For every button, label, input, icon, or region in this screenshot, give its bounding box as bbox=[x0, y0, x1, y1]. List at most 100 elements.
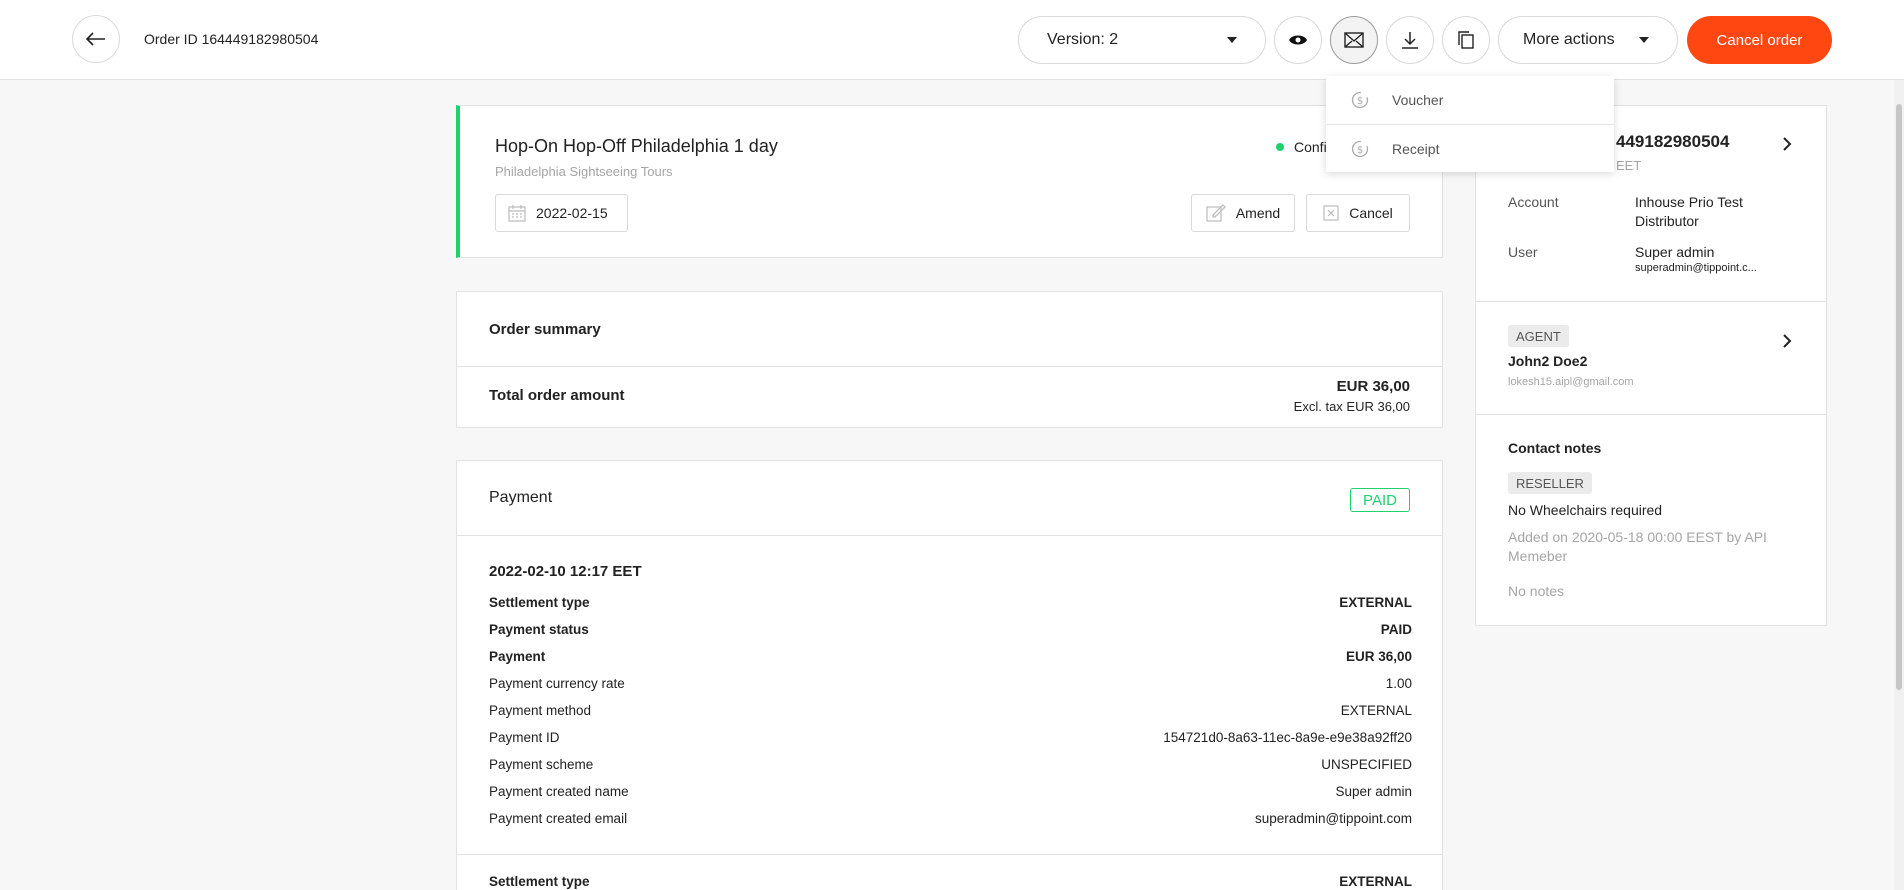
preview-button[interactable] bbox=[1274, 16, 1322, 64]
download-button[interactable] bbox=[1386, 16, 1434, 64]
row-label: Payment created name bbox=[489, 784, 629, 799]
product-supplier: Philadelphia Sightseeing Tours bbox=[495, 164, 673, 179]
dropdown-item-receipt[interactable]: $ Receipt bbox=[1326, 124, 1614, 172]
product-title: Hop-On Hop-Off Philadelphia 1 day bbox=[495, 136, 778, 156]
scrollbar-thumb[interactable] bbox=[1896, 104, 1902, 690]
row-label: Payment scheme bbox=[489, 757, 594, 772]
divider bbox=[457, 854, 1442, 855]
travel-date: 2022-02-15 bbox=[536, 205, 608, 221]
row-value: EUR 36,00 bbox=[1345, 649, 1412, 664]
row-value: UNSPECIFIED bbox=[1321, 757, 1412, 772]
cancel-booking-button[interactable]: Cancel bbox=[1306, 194, 1410, 232]
payment-heading: Payment bbox=[489, 489, 553, 506]
row-value: PAID bbox=[1380, 622, 1412, 637]
row-label: Payment ID bbox=[489, 730, 560, 745]
payment-card: Payment PAID 2022-02-10 12:17 EET Settle… bbox=[456, 460, 1443, 890]
row-label: Payment created email bbox=[489, 811, 628, 826]
back-button[interactable] bbox=[72, 15, 120, 63]
edit-icon bbox=[1206, 204, 1226, 222]
caret-down-icon bbox=[1227, 37, 1237, 43]
more-actions-label: More actions bbox=[1523, 31, 1615, 48]
payment-row: Settlement type EXTERNAL bbox=[489, 589, 1412, 616]
divider bbox=[1476, 301, 1826, 302]
total-order-label: Total order amount bbox=[489, 387, 625, 404]
divider bbox=[457, 535, 1442, 536]
payment-row: Payment EUR 36,00 bbox=[489, 643, 1412, 670]
svg-text:$: $ bbox=[1357, 145, 1363, 156]
booking-status: Confir bbox=[1276, 139, 1331, 155]
total-excl-tax: Excl. tax EUR 36,00 bbox=[1293, 399, 1410, 414]
amend-button[interactable]: Amend bbox=[1191, 194, 1295, 232]
row-label: Payment bbox=[489, 649, 546, 664]
svg-text:$: $ bbox=[1357, 96, 1363, 107]
row-value: EXTERNAL bbox=[1340, 703, 1412, 718]
user-value: Super admin bbox=[1635, 244, 1715, 260]
account-label: Account bbox=[1508, 194, 1559, 210]
dropdown-item-label: Receipt bbox=[1392, 140, 1440, 157]
voucher-icon: $ bbox=[1350, 90, 1370, 110]
row-value: superadmin@tippoint.com bbox=[1254, 811, 1412, 826]
copy-icon bbox=[1458, 31, 1474, 49]
row-label: Payment method bbox=[489, 703, 592, 718]
email-button[interactable] bbox=[1330, 16, 1378, 64]
more-actions-button[interactable]: More actions bbox=[1498, 16, 1678, 64]
order-side-panel: 449182980504 EET Account Inhouse Prio Te… bbox=[1475, 105, 1827, 626]
amend-label: Amend bbox=[1235, 205, 1281, 221]
account-value: Inhouse Prio Test Distributor bbox=[1635, 194, 1743, 229]
cancel-order-button[interactable]: Cancel order bbox=[1687, 16, 1832, 64]
row-label: Settlement type bbox=[489, 595, 590, 610]
payment-row: Payment created email superadmin@tippoint… bbox=[489, 805, 1412, 832]
agent-tag: AGENT bbox=[1508, 325, 1569, 347]
order-summary-heading: Order summary bbox=[489, 321, 601, 338]
copy-button[interactable] bbox=[1442, 16, 1490, 64]
email-dropdown-menu: $ Voucher $ Receipt bbox=[1326, 76, 1614, 172]
divider bbox=[457, 366, 1442, 367]
row-label: Payment status bbox=[489, 622, 589, 637]
payment-row: Payment method EXTERNAL bbox=[489, 697, 1412, 724]
payment-row: Payment scheme UNSPECIFIED bbox=[489, 751, 1412, 778]
download-icon bbox=[1402, 32, 1418, 49]
row-label: Settlement type bbox=[489, 874, 590, 889]
payment-row: Payment currency rate 1.00 bbox=[489, 670, 1412, 697]
payment-row: Payment ID 154721d0-8a63-11ec-8a9e-e9e38a… bbox=[489, 724, 1412, 751]
row-value: EXTERNAL bbox=[1339, 595, 1412, 610]
order-summary-card: Order summary Total order amount EUR 36,… bbox=[456, 291, 1443, 428]
chevron-right-icon[interactable] bbox=[1782, 136, 1792, 152]
top-bar: Order ID 164449182980504 Version: 2 More… bbox=[0, 0, 1904, 80]
version-label: Version: 2 bbox=[1047, 31, 1119, 48]
total-order-amount: EUR 36,00 bbox=[1336, 378, 1410, 395]
contact-note-meta: Added on 2020-05-18 00:00 EEST by API Me… bbox=[1508, 529, 1767, 564]
envelope-icon bbox=[1344, 32, 1364, 48]
reseller-tag: RESELLER bbox=[1508, 472, 1592, 494]
payment-details: Settlement type EXTERNAL Payment status PA… bbox=[489, 589, 1412, 832]
caret-down-icon bbox=[1639, 37, 1649, 43]
eye-icon bbox=[1289, 35, 1307, 45]
calendar-icon bbox=[508, 205, 526, 222]
paid-badge: PAID bbox=[1350, 488, 1410, 512]
divider bbox=[1476, 414, 1826, 415]
dropdown-item-voucher[interactable]: $ Voucher bbox=[1326, 76, 1614, 124]
close-box-icon bbox=[1323, 205, 1339, 221]
agent-name: John2 Doe2 bbox=[1508, 353, 1588, 369]
contact-note: No Wheelchairs required bbox=[1508, 502, 1663, 518]
row-label: Payment currency rate bbox=[489, 676, 625, 691]
row-value: 1.00 bbox=[1385, 676, 1412, 691]
agent-email: lokesh15.aipl@gmail.com bbox=[1508, 376, 1634, 388]
receipt-icon: $ bbox=[1350, 139, 1370, 159]
cancel-label: Cancel bbox=[1349, 205, 1393, 221]
user-email: superadmin@tippoint.c... bbox=[1635, 262, 1757, 274]
dropdown-item-label: Voucher bbox=[1392, 92, 1444, 108]
travel-date-chip[interactable]: 2022-02-15 bbox=[495, 194, 628, 232]
side-timezone: EET bbox=[1616, 158, 1642, 173]
chevron-right-icon[interactable] bbox=[1782, 333, 1792, 349]
payment-row: Payment status PAID bbox=[489, 616, 1412, 643]
contact-notes-heading: Contact notes bbox=[1508, 440, 1602, 456]
order-id: Order ID 164449182980504 bbox=[144, 31, 319, 47]
row-value: EXTERNAL bbox=[1339, 874, 1412, 889]
row-value: Super admin bbox=[1335, 784, 1412, 799]
product-card: Hop-On Hop-Off Philadelphia 1 day Philad… bbox=[456, 105, 1443, 258]
version-select[interactable]: Version: 2 bbox=[1018, 16, 1266, 64]
status-dot-icon bbox=[1276, 143, 1284, 151]
user-label: User bbox=[1508, 244, 1538, 260]
row-value: 154721d0-8a63-11ec-8a9e-e9e38a92ff20 bbox=[1163, 730, 1412, 745]
